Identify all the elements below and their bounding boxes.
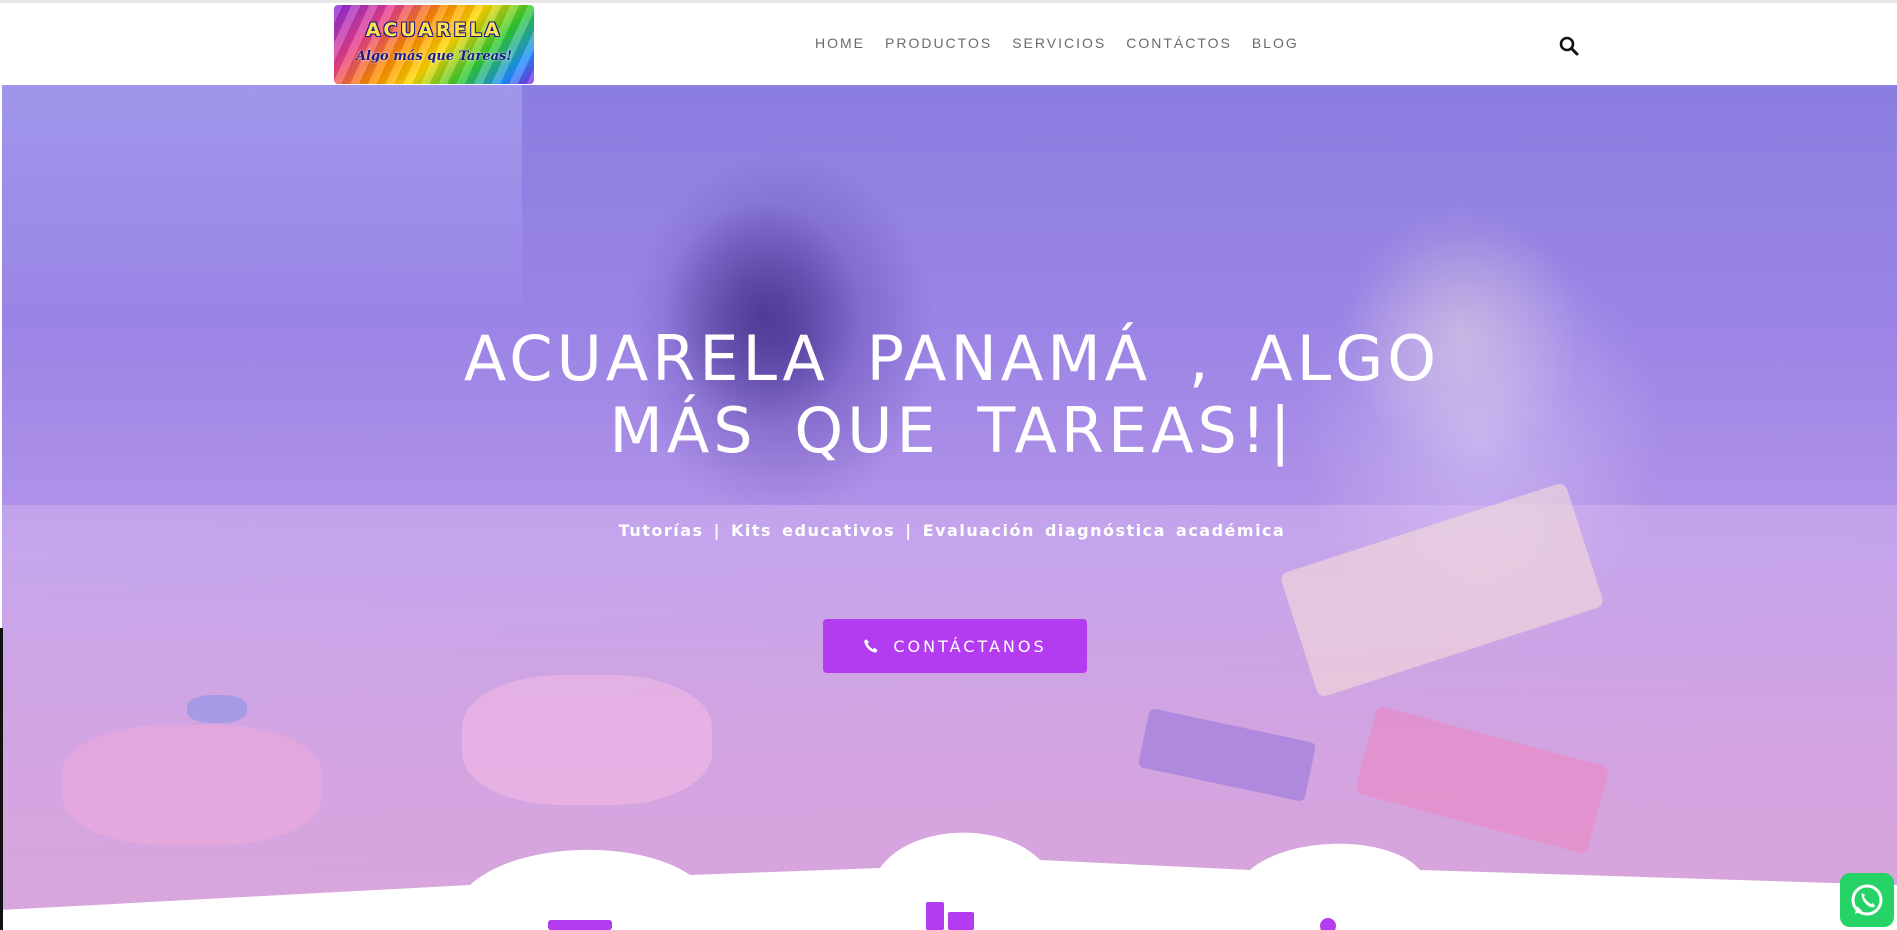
hero-title-line2: MÁS QUE TAREAS!| <box>609 394 1295 467</box>
hero-title-line1: ACUARELA PANAMÁ , ALGO <box>463 322 1441 395</box>
nav-item-home[interactable]: HOME <box>805 35 875 51</box>
nav-item-blog[interactable]: BLOG <box>1242 35 1309 51</box>
nav-item-contactos[interactable]: CONTÁCTOS <box>1116 35 1242 51</box>
logo-tagline: Algo más que Tareas! <box>355 49 513 64</box>
nav-item-servicios[interactable]: SERVICIOS <box>1002 35 1116 51</box>
hero-title: ACUARELA PANAMÁ , ALGO MÁS QUE TAREAS!| <box>342 323 1562 467</box>
nav-item-productos[interactable]: PRODUCTOS <box>875 35 1002 51</box>
feature-icon-center <box>948 912 974 930</box>
logo-title: ACUARELA <box>365 19 503 41</box>
phone-icon <box>864 639 878 653</box>
whatsapp-icon[interactable] <box>1840 873 1894 927</box>
hero-subtitle: Tutorías | Kits educativos | Evaluación … <box>618 521 1286 540</box>
feature-icon-left <box>548 920 612 930</box>
feature-icon-center <box>926 902 944 930</box>
site-logo[interactable]: ACUARELA Algo más que Tareas! <box>334 5 534 84</box>
section-divider-wave <box>0 832 1897 930</box>
contact-cta-label: CONTÁCTANOS <box>893 636 1047 656</box>
search-icon[interactable] <box>1559 36 1579 56</box>
left-edge-strip <box>0 628 3 930</box>
paper-cutout <box>187 695 247 723</box>
site-header: ACUARELA Algo más que Tareas! HOME PRODU… <box>0 3 1897 85</box>
main-nav: HOME PRODUCTOS SERVICIOS CONTÁCTOS BLOG <box>805 35 1309 51</box>
hero-background-window <box>2 85 522 305</box>
contact-cta-button[interactable]: CONTÁCTANOS <box>823 619 1087 673</box>
